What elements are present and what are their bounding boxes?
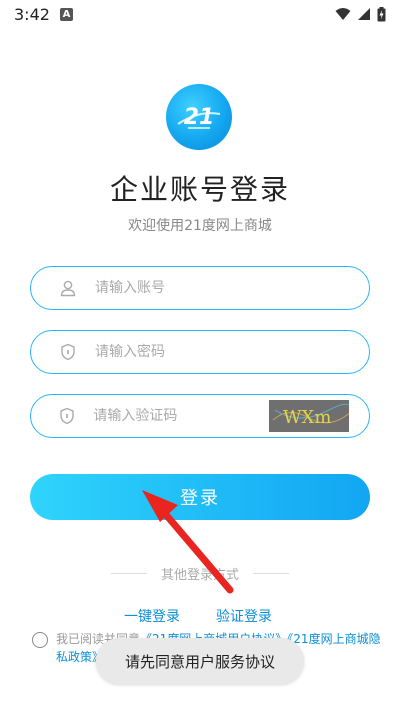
shield-icon (57, 341, 79, 363)
agree-radio[interactable] (32, 632, 48, 648)
account-input[interactable] (93, 279, 369, 297)
notification-a-icon: A (59, 7, 73, 21)
captcha-input[interactable] (91, 407, 270, 425)
toast-message: 请先同意用户服务协议 (96, 638, 304, 684)
other-login-divider: 其他登录方式 (0, 564, 400, 583)
account-field[interactable] (30, 266, 370, 310)
logo-text: 21 (184, 105, 215, 130)
shield-icon (57, 405, 77, 427)
captcha-field[interactable]: WXm (30, 394, 370, 438)
captcha-text: WXm (283, 407, 331, 428)
verify-login-link[interactable]: 验证登录 (216, 606, 272, 626)
other-login-label: 其他登录方式 (160, 568, 239, 583)
status-right (335, 6, 386, 22)
status-left: 3:42 A (14, 5, 73, 24)
wifi-icon (335, 8, 351, 20)
login-button[interactable]: 登录 (30, 474, 370, 520)
captcha-image[interactable]: WXm (269, 400, 349, 432)
battery-charging-icon (377, 6, 386, 21)
page-title: 企业账号登录 (109, 173, 290, 206)
divider-line (110, 573, 147, 574)
logo-21-icon: 21 (166, 84, 232, 150)
divider-line (253, 573, 289, 574)
password-input[interactable] (93, 343, 369, 361)
status-bar: 3:42 A (0, 0, 400, 28)
one-click-login-link[interactable]: 一键登录 (124, 606, 180, 626)
alt-login-links: 一键登录 验证登录 (0, 606, 400, 626)
signal-icon (358, 8, 370, 20)
page-subtitle: 欢迎使用21度网上商城 (128, 218, 272, 234)
status-time: 3:42 (14, 4, 50, 24)
password-field[interactable] (30, 330, 370, 374)
user-icon (57, 277, 79, 299)
